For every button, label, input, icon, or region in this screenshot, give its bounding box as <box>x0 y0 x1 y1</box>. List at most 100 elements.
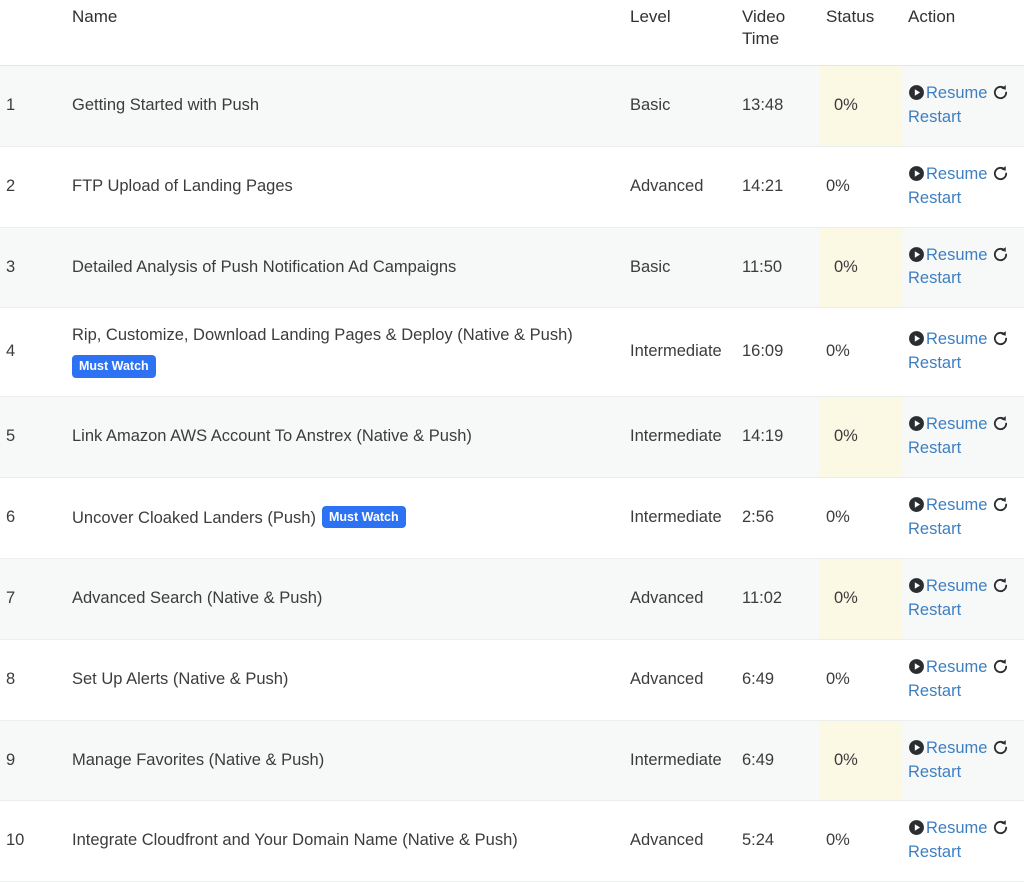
course-level: Intermediate <box>624 720 736 802</box>
course-progress-status: 0% <box>820 65 902 147</box>
action-links: Resume Restart <box>908 246 1012 287</box>
restart-refresh-icon <box>992 165 1009 182</box>
course-name-cell: Detailed Analysis of Push Notification A… <box>66 227 624 309</box>
course-video-time: 2:56 <box>736 477 820 559</box>
restart-link[interactable]: Restart <box>908 601 961 619</box>
course-progress-status: 0% <box>820 396 902 479</box>
restart-link[interactable]: Restart <box>908 520 961 538</box>
course-title-line: Rip, Customize, Download Landing Pages &… <box>72 324 618 348</box>
course-progress-status: 0% <box>820 720 902 802</box>
course-action-cell: Resume Restart <box>902 639 1024 721</box>
play-circle-icon <box>908 496 925 513</box>
restart-link[interactable]: Restart <box>908 843 961 861</box>
column-header-status: Status <box>820 0 902 66</box>
table-row: 8 Set Up Alerts (Native & Push) Advanced 6:… <box>0 639 1024 721</box>
restart-link[interactable]: Restart <box>908 189 961 207</box>
row-number: 4 <box>0 307 66 398</box>
table-row: 10 Integrate Cloudfront and Your Domain N… <box>0 800 1024 882</box>
restart-link[interactable]: Restart <box>908 269 961 287</box>
course-name-cell: Set Up Alerts (Native & Push) <box>66 639 624 721</box>
restart-link[interactable]: Restart <box>908 682 961 700</box>
play-circle-icon <box>908 739 925 756</box>
resume-link[interactable]: Resume <box>926 739 987 757</box>
course-level: Advanced <box>624 558 736 640</box>
table-row: 5 Link Amazon AWS Account To Anstrex (Nat… <box>0 396 1024 479</box>
resume-link[interactable]: Resume <box>926 577 987 595</box>
course-level: Intermediate <box>624 307 736 398</box>
action-links: Resume Restart <box>908 165 1012 207</box>
resume-link[interactable]: Resume <box>926 819 987 837</box>
course-progress-status: 0% <box>820 558 902 640</box>
table-header-row: Name Level Video Time Status Action <box>0 0 1024 66</box>
course-video-time: 14:19 <box>736 396 820 479</box>
course-action-cell: Resume Restart <box>902 477 1024 559</box>
course-video-time: 6:49 <box>736 639 820 721</box>
course-action-cell: Resume Restart <box>902 227 1024 309</box>
resume-link[interactable]: Resume <box>926 165 987 183</box>
course-video-time: 11:02 <box>736 558 820 640</box>
restart-link[interactable]: Restart <box>908 354 961 372</box>
restart-refresh-icon <box>992 415 1009 432</box>
play-circle-icon <box>908 658 925 675</box>
course-name-cell: Getting Started with Push <box>66 65 624 147</box>
course-title: Link Amazon AWS Account To Anstrex (Nati… <box>72 427 472 446</box>
course-level: Basic <box>624 227 736 309</box>
course-action-cell: Resume Restart <box>902 307 1024 398</box>
must-watch-badge: Must Watch <box>72 355 156 378</box>
play-circle-icon <box>908 330 925 347</box>
row-number: 2 <box>0 146 66 228</box>
table-row: 3 Detailed Analysis of Push Notification … <box>0 227 1024 309</box>
video-time-line-2: Time <box>742 29 780 49</box>
action-links: Resume Restart <box>908 739 1012 781</box>
course-progress-status: 0% <box>820 146 902 228</box>
course-progress-status: 0% <box>820 227 902 309</box>
restart-link[interactable]: Restart <box>908 439 961 457</box>
column-header-name: Name <box>66 0 624 66</box>
restart-refresh-icon <box>992 330 1009 347</box>
table-row: 9 Manage Favorites (Native & Push) Interme… <box>0 720 1024 802</box>
action-links: Resume Restart <box>908 330 1012 372</box>
resume-link[interactable]: Resume <box>926 330 987 348</box>
course-level: Advanced <box>624 639 736 721</box>
course-name-cell: Link Amazon AWS Account To Anstrex (Nati… <box>66 396 624 479</box>
course-video-time: 14:21 <box>736 146 820 228</box>
row-number: 8 <box>0 639 66 721</box>
course-action-cell: Resume Restart <box>902 65 1024 147</box>
restart-refresh-icon <box>992 246 1009 263</box>
restart-link[interactable]: Restart <box>908 108 961 126</box>
row-number: 9 <box>0 720 66 802</box>
row-number: 3 <box>0 227 66 309</box>
column-header-action: Action <box>902 0 1024 66</box>
course-level: Basic <box>624 65 736 147</box>
course-name-cell: Manage Favorites (Native & Push) <box>66 720 624 802</box>
course-name-cell: Integrate Cloudfront and Your Domain Nam… <box>66 800 624 882</box>
course-level: Advanced <box>624 800 736 882</box>
resume-link[interactable]: Resume <box>926 658 987 676</box>
course-title: Set Up Alerts (Native & Push) <box>72 669 289 688</box>
play-circle-icon <box>908 246 925 263</box>
course-title: Detailed Analysis of Push Notification A… <box>72 257 457 276</box>
resume-link[interactable]: Resume <box>926 84 987 102</box>
resume-link[interactable]: Resume <box>926 246 987 264</box>
course-action-cell: Resume Restart <box>902 146 1024 228</box>
restart-refresh-icon <box>992 658 1009 675</box>
play-circle-icon <box>908 577 925 594</box>
action-links: Resume Restart <box>908 819 1012 861</box>
course-progress-table: Name Level Video Time Status Action 1 Get… <box>0 0 1024 882</box>
resume-link[interactable]: Resume <box>926 415 987 433</box>
table-row: 6 Uncover Cloaked Landers (Push) Must Watc… <box>0 477 1024 559</box>
action-links: Resume Restart <box>908 577 1012 619</box>
column-header-video-time: Video Time <box>736 0 820 66</box>
table-body: 1 Getting Started with Push Basic 13:48 0% Re… <box>0 65 1024 882</box>
course-progress-status: 0% <box>820 477 902 559</box>
course-title: Manage Favorites (Native & Push) <box>72 750 325 769</box>
play-circle-icon <box>908 165 925 182</box>
row-number: 7 <box>0 558 66 640</box>
course-video-time: 5:24 <box>736 800 820 882</box>
resume-link[interactable]: Resume <box>926 496 987 514</box>
restart-link[interactable]: Restart <box>908 763 961 781</box>
course-action-cell: Resume Restart <box>902 558 1024 640</box>
column-header-number <box>0 0 66 66</box>
course-progress-status: 0% <box>820 639 902 721</box>
course-title: Advanced Search (Native & Push) <box>72 588 323 607</box>
